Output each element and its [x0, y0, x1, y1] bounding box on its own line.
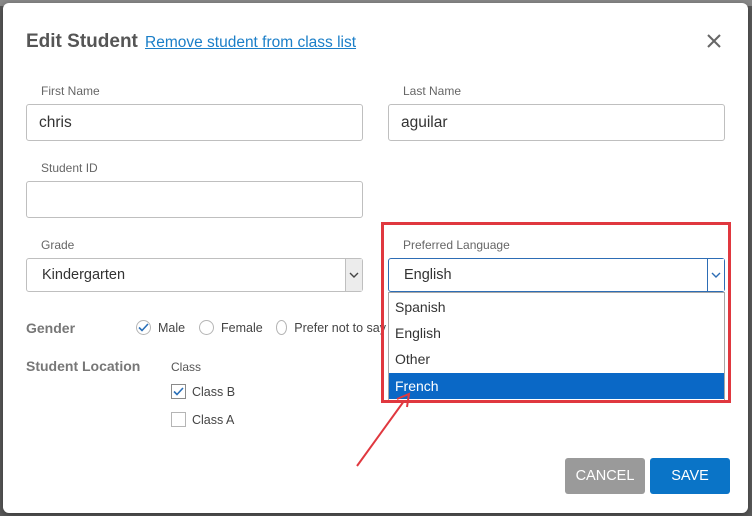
gender-female-label: Female	[221, 320, 263, 335]
first-name-label: First Name	[41, 84, 100, 98]
radio-empty-icon	[276, 320, 288, 335]
language-option-english[interactable]: English	[389, 320, 724, 346]
language-option-other[interactable]: Other	[389, 346, 724, 372]
gender-radio-prefer-not-to-say[interactable]: Prefer not to say	[276, 320, 386, 335]
class-b-label: Class B	[192, 384, 236, 399]
first-name-value: chris	[39, 113, 72, 131]
preferred-language-dropdown: Spanish English Other French	[388, 292, 725, 401]
preferred-language-label: Preferred Language	[403, 238, 510, 252]
student-id-label: Student ID	[41, 161, 98, 175]
checkbox-checked-icon	[171, 384, 186, 399]
gender-radio-female[interactable]: Female	[199, 320, 263, 335]
language-option-french[interactable]: French	[389, 373, 724, 399]
remove-student-link[interactable]: Remove student from class list	[145, 34, 356, 52]
gender-radio-male[interactable]: Male	[136, 320, 185, 335]
last-name-value: aguilar	[401, 113, 448, 131]
preferred-language-select[interactable]: English	[388, 258, 725, 292]
close-icon[interactable]	[704, 31, 724, 51]
class-a-checkbox[interactable]: Class A	[171, 412, 234, 427]
class-a-label: Class A	[192, 412, 235, 427]
save-button[interactable]: SAVE	[650, 458, 730, 494]
student-location-label: Student Location	[26, 358, 141, 374]
radio-empty-icon	[199, 320, 214, 335]
gender-prefer-not-label: Prefer not to say	[294, 320, 386, 335]
cancel-button[interactable]: CANCEL	[565, 458, 645, 494]
language-option-spanish[interactable]: Spanish	[389, 294, 724, 320]
chevron-down-icon	[345, 259, 362, 291]
class-header: Class	[171, 360, 202, 374]
first-name-input[interactable]: chris	[26, 104, 363, 141]
grade-select[interactable]: Kindergarten	[26, 258, 363, 292]
last-name-label: Last Name	[403, 84, 462, 98]
edit-student-dialog: Edit Student Remove student from class l…	[3, 3, 748, 513]
dialog-title: Edit Student	[26, 31, 138, 52]
preferred-language-value: English	[404, 267, 452, 283]
last-name-input[interactable]: aguilar	[388, 104, 725, 141]
checkbox-empty-icon	[171, 412, 186, 427]
gender-male-label: Male	[158, 320, 186, 335]
grade-value: Kindergarten	[42, 267, 126, 283]
class-b-checkbox[interactable]: Class B	[171, 384, 235, 399]
radio-checked-icon	[136, 320, 151, 335]
gender-label: Gender	[26, 320, 76, 336]
grade-label: Grade	[41, 238, 75, 252]
student-id-input[interactable]	[26, 181, 363, 218]
chevron-down-icon	[707, 259, 724, 291]
